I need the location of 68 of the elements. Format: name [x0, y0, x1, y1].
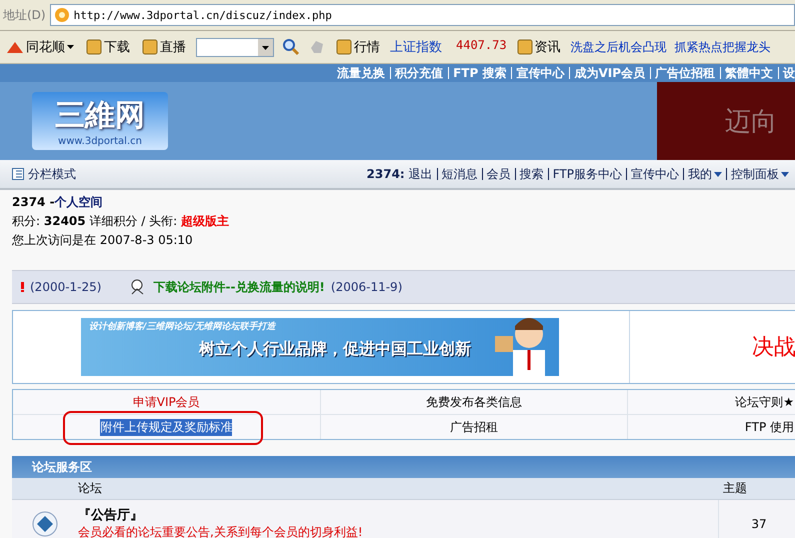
top-link[interactable]: 设	[778, 67, 795, 79]
ad-text[interactable]: 决战	[629, 311, 795, 383]
points-label: 积分:	[12, 214, 40, 228]
headline-link[interactable]: 抓紧热点把握龙头	[674, 38, 771, 56]
nav-link[interactable]: 会员	[482, 168, 511, 180]
toolbar-icon	[336, 39, 352, 55]
top-link[interactable]: FTP 搜索	[448, 67, 506, 79]
top-link[interactable]: 广告位招租	[650, 67, 715, 79]
personal-space-link[interactable]: 个人空间	[54, 195, 103, 209]
service-link[interactable]: FTP 使用	[744, 418, 794, 436]
caret-icon	[67, 45, 74, 49]
topic-count: 37	[750, 516, 768, 533]
service-link[interactable]: 申请VIP会员	[132, 394, 200, 410]
ad-banner[interactable]: 迈向	[657, 82, 795, 160]
caret-icon	[714, 172, 722, 176]
service-link[interactable]: 免费发布各类信息	[426, 394, 522, 410]
points-value: 32405	[44, 214, 86, 228]
service-link[interactable]: 论坛守则★	[735, 394, 794, 410]
search-icon[interactable]	[282, 38, 300, 56]
toolbar-icon	[86, 39, 102, 55]
index-value: 4407.73	[456, 38, 507, 54]
title-label: / 头衔:	[141, 214, 178, 228]
top-link[interactable]: 成为VIP会员	[569, 67, 645, 79]
alert-icon	[20, 282, 24, 292]
nav-link[interactable]: 控制面板	[726, 168, 789, 180]
nav-link[interactable]: 退出	[408, 166, 433, 182]
forum-name-link[interactable]: 『公告厅』	[78, 506, 718, 524]
toolbar-icon	[142, 39, 158, 55]
toolbar-icon	[516, 39, 533, 55]
announcement-date: (2006-11-9)	[330, 280, 402, 294]
column-header: 论坛	[77, 480, 103, 497]
announcement-link[interactable]: 下载论坛附件--兑换流量的说明!	[153, 278, 325, 296]
top-link[interactable]: 宣传中心	[511, 67, 564, 79]
brand-menu-button[interactable]: 同花顺	[4, 38, 76, 56]
nav-link[interactable]: 我的	[683, 168, 722, 180]
flower-icon	[54, 7, 70, 23]
address-label: 地址(D)	[3, 6, 46, 24]
toolbar-button[interactable]: 行情	[334, 38, 382, 56]
headline-link[interactable]: 洗盘之后机会凸现	[570, 38, 667, 56]
view-mode-link[interactable]: 分栏模式	[28, 166, 76, 182]
points-detail-link[interactable]: 详细积分	[89, 214, 138, 228]
dropdown-field[interactable]	[196, 38, 274, 56]
column-header: 主题	[722, 480, 748, 497]
toolbar-button[interactable]: 资讯	[514, 38, 563, 56]
announcement-date: (2000-1-25)	[30, 280, 102, 294]
nav-link[interactable]: 短消息	[436, 168, 478, 180]
nav-link[interactable]: FTP服务中心	[548, 168, 622, 180]
section-header: 论坛服务区	[12, 456, 795, 478]
index-label[interactable]: 上证指数	[390, 38, 442, 56]
user-title: 超级版主	[181, 214, 230, 228]
nav-link[interactable]: 宣传中心	[626, 168, 679, 180]
site-logo[interactable]: 三維网 www.3dportal.cn	[32, 92, 168, 150]
username-label: 2374:	[366, 167, 405, 181]
columns-icon	[12, 168, 24, 180]
service-link[interactable]: 广告招租	[450, 418, 498, 436]
nav-link[interactable]: 搜索	[514, 168, 544, 180]
top-link[interactable]: 流量兑换	[337, 64, 386, 82]
address-field[interactable]: http://www.3dportal.cn/discuz/index.php	[50, 4, 795, 26]
top-link[interactable]: 繁體中文	[720, 67, 773, 79]
toolbar-button[interactable]: 下载	[84, 38, 132, 56]
caret-icon	[781, 172, 789, 176]
service-link[interactable]: 附件上传规定及奖励标准	[100, 418, 232, 436]
top-link[interactable]: 积分充值	[390, 67, 444, 79]
brand-logo-icon	[6, 40, 24, 54]
toolbar-button[interactable]: 直播	[140, 38, 188, 56]
last-visit-text: 您上次访问是在 2007-8-3 05:10	[12, 232, 194, 248]
forum-description: 会员必看的论坛重要公告,关系到每个会员的切身利益!	[78, 524, 364, 538]
user-name[interactable]: 2374 -	[12, 195, 55, 209]
